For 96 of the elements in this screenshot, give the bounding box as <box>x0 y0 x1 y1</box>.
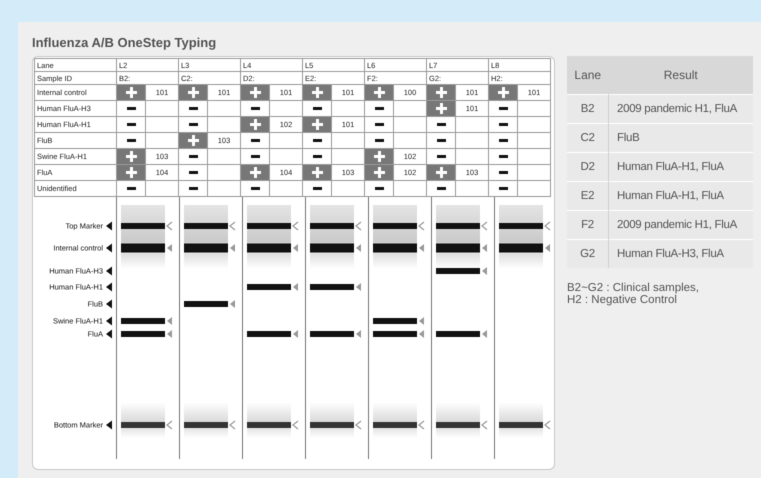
triangle-icon <box>106 244 112 252</box>
minus-icon <box>126 107 136 110</box>
plus-icon <box>312 87 322 98</box>
minus-icon <box>188 187 198 190</box>
minus-icon <box>312 107 322 110</box>
minus-icon <box>188 123 198 126</box>
page-title: Influenza A/B OneStep Typing <box>32 35 216 50</box>
minus-icon <box>498 171 508 174</box>
minus-icon <box>250 155 260 158</box>
triangle-icon <box>356 330 361 338</box>
chevron-icon <box>418 420 424 430</box>
minus-icon <box>374 107 384 110</box>
minus-icon <box>436 187 446 190</box>
chevron-icon <box>481 420 488 430</box>
triangle-icon <box>356 283 361 291</box>
column-header: Result <box>608 56 753 94</box>
chevron-icon <box>544 222 550 230</box>
chevron-icon <box>355 222 362 230</box>
minus-icon <box>188 155 198 158</box>
triangle-icon <box>230 300 235 308</box>
minus-icon <box>312 187 322 190</box>
table-cell: D2 <box>580 161 595 173</box>
minus-icon <box>374 187 384 190</box>
triangle-icon <box>230 244 235 252</box>
plus-icon <box>250 167 260 178</box>
plus-icon <box>436 167 446 178</box>
plus-icon <box>374 151 384 162</box>
minus-icon <box>312 155 322 158</box>
chevron-icon <box>481 222 488 230</box>
triangle-icon <box>545 244 550 252</box>
plus-icon <box>436 87 446 98</box>
triangle-icon <box>419 244 424 252</box>
triangle-icon <box>106 420 112 430</box>
table-cell: B2 <box>580 103 594 115</box>
minus-icon <box>374 123 384 126</box>
minus-icon <box>126 123 136 126</box>
minus-icon <box>498 187 508 190</box>
triangle-icon <box>293 244 298 252</box>
plus-icon <box>188 87 198 98</box>
triangle-icon <box>482 330 487 338</box>
triangle-icon <box>356 244 361 252</box>
plus-icon <box>126 167 136 178</box>
chevron-icon <box>292 420 298 430</box>
minus-icon <box>126 139 136 142</box>
triangle-icon <box>293 330 298 338</box>
table-cell: C2 <box>580 132 595 144</box>
minus-icon <box>498 123 508 126</box>
plus-icon <box>126 87 136 98</box>
chevron-icon <box>418 222 424 230</box>
minus-icon <box>250 107 260 110</box>
minus-icon <box>436 155 446 158</box>
column-header: Lane <box>567 56 608 94</box>
table-cell: E2 <box>580 190 594 202</box>
plus-icon <box>250 119 260 130</box>
table-cell: FluB <box>617 132 640 144</box>
minus-icon <box>312 139 322 142</box>
chevron-icon <box>166 420 172 430</box>
chevron-icon <box>355 420 362 430</box>
plus-icon <box>312 167 322 178</box>
plus-icon <box>374 87 384 98</box>
triangle-icon <box>293 283 298 291</box>
plus-icon <box>312 119 322 130</box>
table-cell: Human FluA-H1, FluA <box>617 190 724 202</box>
chevron-icon <box>229 420 236 430</box>
minus-icon <box>188 171 198 174</box>
plus-icon <box>250 87 260 98</box>
minus-icon <box>188 107 198 110</box>
minus-icon <box>498 139 508 142</box>
table-cell: 2009 pandemic H1, FluA <box>617 219 737 231</box>
minus-icon <box>498 155 508 158</box>
minus-icon <box>374 139 384 142</box>
minus-icon <box>126 187 136 190</box>
plus-icon <box>374 167 384 178</box>
chevron-icon <box>229 222 236 230</box>
plus-icon <box>436 103 446 114</box>
triangle-icon <box>106 222 112 230</box>
plus-icon <box>498 87 508 98</box>
chevron-icon <box>544 420 550 430</box>
plus-icon <box>188 135 198 146</box>
footnote: B2~G2 : Clinical samples, H2 : Negative Control <box>567 282 700 306</box>
minus-icon <box>250 187 260 190</box>
chevron-icon <box>292 222 298 230</box>
minus-icon <box>436 123 446 126</box>
table-cell: Human FluA-H1, FluA <box>617 161 724 173</box>
plus-icon <box>126 151 136 162</box>
table-cell: F2 <box>581 219 594 231</box>
minus-icon <box>436 139 446 142</box>
table-cell: Human FluA-H3, FluA <box>617 248 724 260</box>
table-cell: G2 <box>580 248 595 260</box>
triangle-icon <box>482 244 487 252</box>
triangle-icon <box>167 244 172 252</box>
chevron-icon <box>166 222 172 230</box>
minus-icon <box>498 107 508 110</box>
minus-icon <box>250 139 260 142</box>
triangle-icon <box>482 267 487 275</box>
table-cell: 2009 pandemic H1, FluA <box>617 103 737 115</box>
